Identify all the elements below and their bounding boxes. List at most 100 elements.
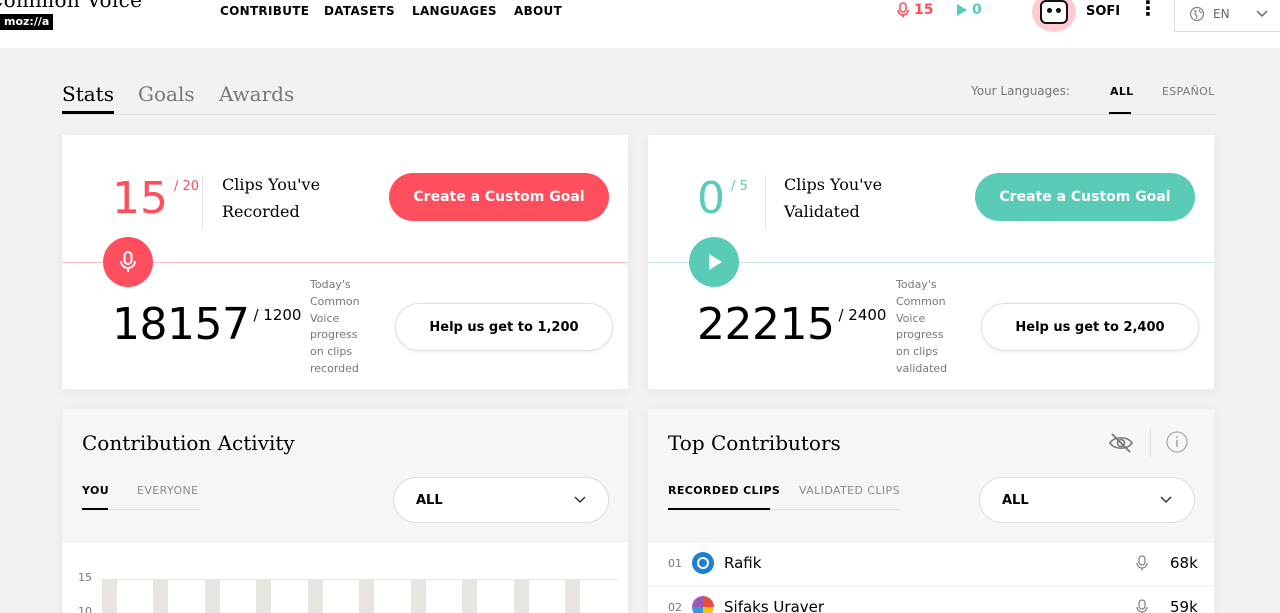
validated-progress-note: Today's Common Voice progress on clips v… [896, 277, 960, 378]
note-line: validated [896, 361, 948, 375]
validate-button[interactable] [689, 237, 739, 287]
validated-total: 22215 / 2400 [697, 303, 886, 347]
recorded-progress: 15 / 20 [112, 177, 199, 221]
avatar[interactable] [1032, 0, 1076, 32]
recorded-count: 15 [112, 173, 168, 224]
validated-label: Clips You've Validated [784, 171, 882, 225]
y-tick-label: 10 [78, 605, 92, 613]
activity-tab-you[interactable]: YOU [82, 484, 109, 497]
list-item[interactable]: 02 Sifaks Uraver 59k [648, 587, 1214, 613]
chevron-down-icon [1256, 9, 1268, 17]
chart-bar [102, 580, 117, 613]
contributor-rank: 01 [668, 557, 682, 570]
top-contributors-card: Top Contributors RECORDED CLIPS VALIDATE… [648, 409, 1214, 613]
chart-bar [359, 580, 374, 613]
more-menu-icon[interactable]: ⋮ [1138, 0, 1158, 18]
activity-select-value: ALL [416, 492, 443, 508]
nav-about[interactable]: ABOUT [514, 4, 562, 18]
validated-count: 0 [697, 173, 725, 224]
contributors-title: Top Contributors [668, 431, 841, 455]
recorded-label-line1: Clips You've [222, 175, 321, 194]
mozilla-logo[interactable]: moz://a [0, 14, 54, 30]
contribution-activity-card: Contribution Activity YOU EVERYONE ALL 1… [62, 409, 628, 613]
recorded-total: 18157 / 1200 [112, 303, 301, 347]
chart-bar [514, 580, 529, 613]
language-tab-indicator [1109, 112, 1131, 114]
tab-awards[interactable]: Awards [219, 82, 294, 106]
note-line: on clips [310, 345, 353, 359]
contributor-name: Sifaks Uraver [724, 598, 825, 613]
contributors-tab-indicator [668, 508, 770, 510]
recorded-label: Clips You've Recorded [222, 171, 320, 225]
tab-validated-clips[interactable]: VALIDATED CLIPS [799, 484, 900, 497]
logo-title[interactable]: Common Voice [0, 0, 142, 12]
list-item[interactable]: 01 Rafik 68k [648, 543, 1214, 585]
help-recorded-button[interactable]: Help us get to 1,200 [395, 303, 613, 351]
header-validated-count: 0 [956, 2, 982, 18]
note-line: Today's [310, 278, 351, 291]
activity-language-select[interactable]: ALL [393, 477, 609, 523]
header-recorded-value: 15 [914, 2, 934, 18]
chevron-down-icon [1160, 496, 1172, 504]
note-line: Common [896, 294, 946, 308]
create-goal-validated-button[interactable]: Create a Custom Goal [975, 173, 1195, 221]
create-goal-recorded-button[interactable]: Create a Custom Goal [389, 173, 609, 221]
header-validated-value: 0 [972, 2, 982, 18]
note-line: progress [310, 328, 358, 342]
recorded-total-value: 18157 [112, 299, 250, 350]
chart-bar [565, 580, 580, 613]
chart-bar [308, 580, 323, 613]
activity-title: Contribution Activity [82, 431, 295, 455]
chart-bar [205, 580, 220, 613]
contributors-select-value: ALL [1002, 492, 1029, 508]
nav-languages[interactable]: LANGUAGES [412, 4, 497, 18]
avatar [692, 596, 714, 613]
nav-contribute[interactable]: CONTRIBUTE [220, 4, 309, 18]
language-tab-all[interactable]: ALL [1110, 85, 1133, 98]
contributor-count: 59k [1170, 598, 1198, 613]
globe-icon [1189, 6, 1205, 21]
mic-icon [1136, 599, 1148, 613]
validated-total-goal: / 2400 [838, 306, 887, 324]
tab-active-indicator [62, 111, 114, 114]
help-validated-button[interactable]: Help us get to 2,400 [981, 303, 1199, 351]
your-languages-label: Your Languages: [971, 84, 1070, 98]
note-line: recorded [310, 361, 359, 375]
validated-progress: 0 / 5 [697, 177, 748, 221]
chevron-down-icon [574, 496, 586, 504]
eye-off-icon[interactable] [1108, 431, 1134, 455]
validated-separator [765, 175, 766, 229]
play-icon [709, 254, 722, 270]
tab-recorded-clips[interactable]: RECORDED CLIPS [668, 484, 780, 497]
activity-tab-everyone[interactable]: EVERYONE [137, 484, 199, 497]
contributors-language-select[interactable]: ALL [979, 477, 1195, 523]
mic-icon [897, 2, 909, 18]
validated-goal: / 5 [731, 179, 748, 194]
validated-label-line2: Validated [784, 202, 860, 221]
validated-card: 0 / 5 Clips You've Validated Create a Cu… [648, 135, 1214, 389]
activity-tab-indicator [82, 508, 108, 510]
tab-stats[interactable]: Stats [62, 82, 114, 106]
chart-bar [411, 580, 426, 613]
recorded-total-goal: / 1200 [253, 306, 302, 324]
avatar [692, 552, 714, 574]
note-line: Common [310, 294, 360, 308]
info-icon[interactable] [1166, 431, 1188, 453]
tab-goals[interactable]: Goals [138, 82, 195, 106]
note-line: progress [896, 328, 944, 342]
chart-bar [462, 580, 477, 613]
recorded-separator [202, 175, 203, 229]
recorded-goal: / 20 [174, 179, 200, 194]
language-selector[interactable]: EN [1174, 0, 1280, 32]
username[interactable]: SOFI [1086, 4, 1120, 19]
language-tab-espanol[interactable]: ESPAÑOL [1162, 85, 1215, 98]
record-button[interactable] [103, 237, 153, 287]
play-icon [957, 4, 967, 16]
chart-bar [153, 580, 168, 613]
contributor-name: Rafik [724, 554, 762, 572]
activity-chart: 15 10 [62, 543, 628, 613]
header-recorded-count: 15 [896, 2, 933, 18]
nav-datasets[interactable]: DATASETS [324, 4, 395, 18]
mic-icon [120, 251, 136, 272]
recorded-card: 15 / 20 Clips You've Recorded Create a C… [62, 135, 628, 389]
